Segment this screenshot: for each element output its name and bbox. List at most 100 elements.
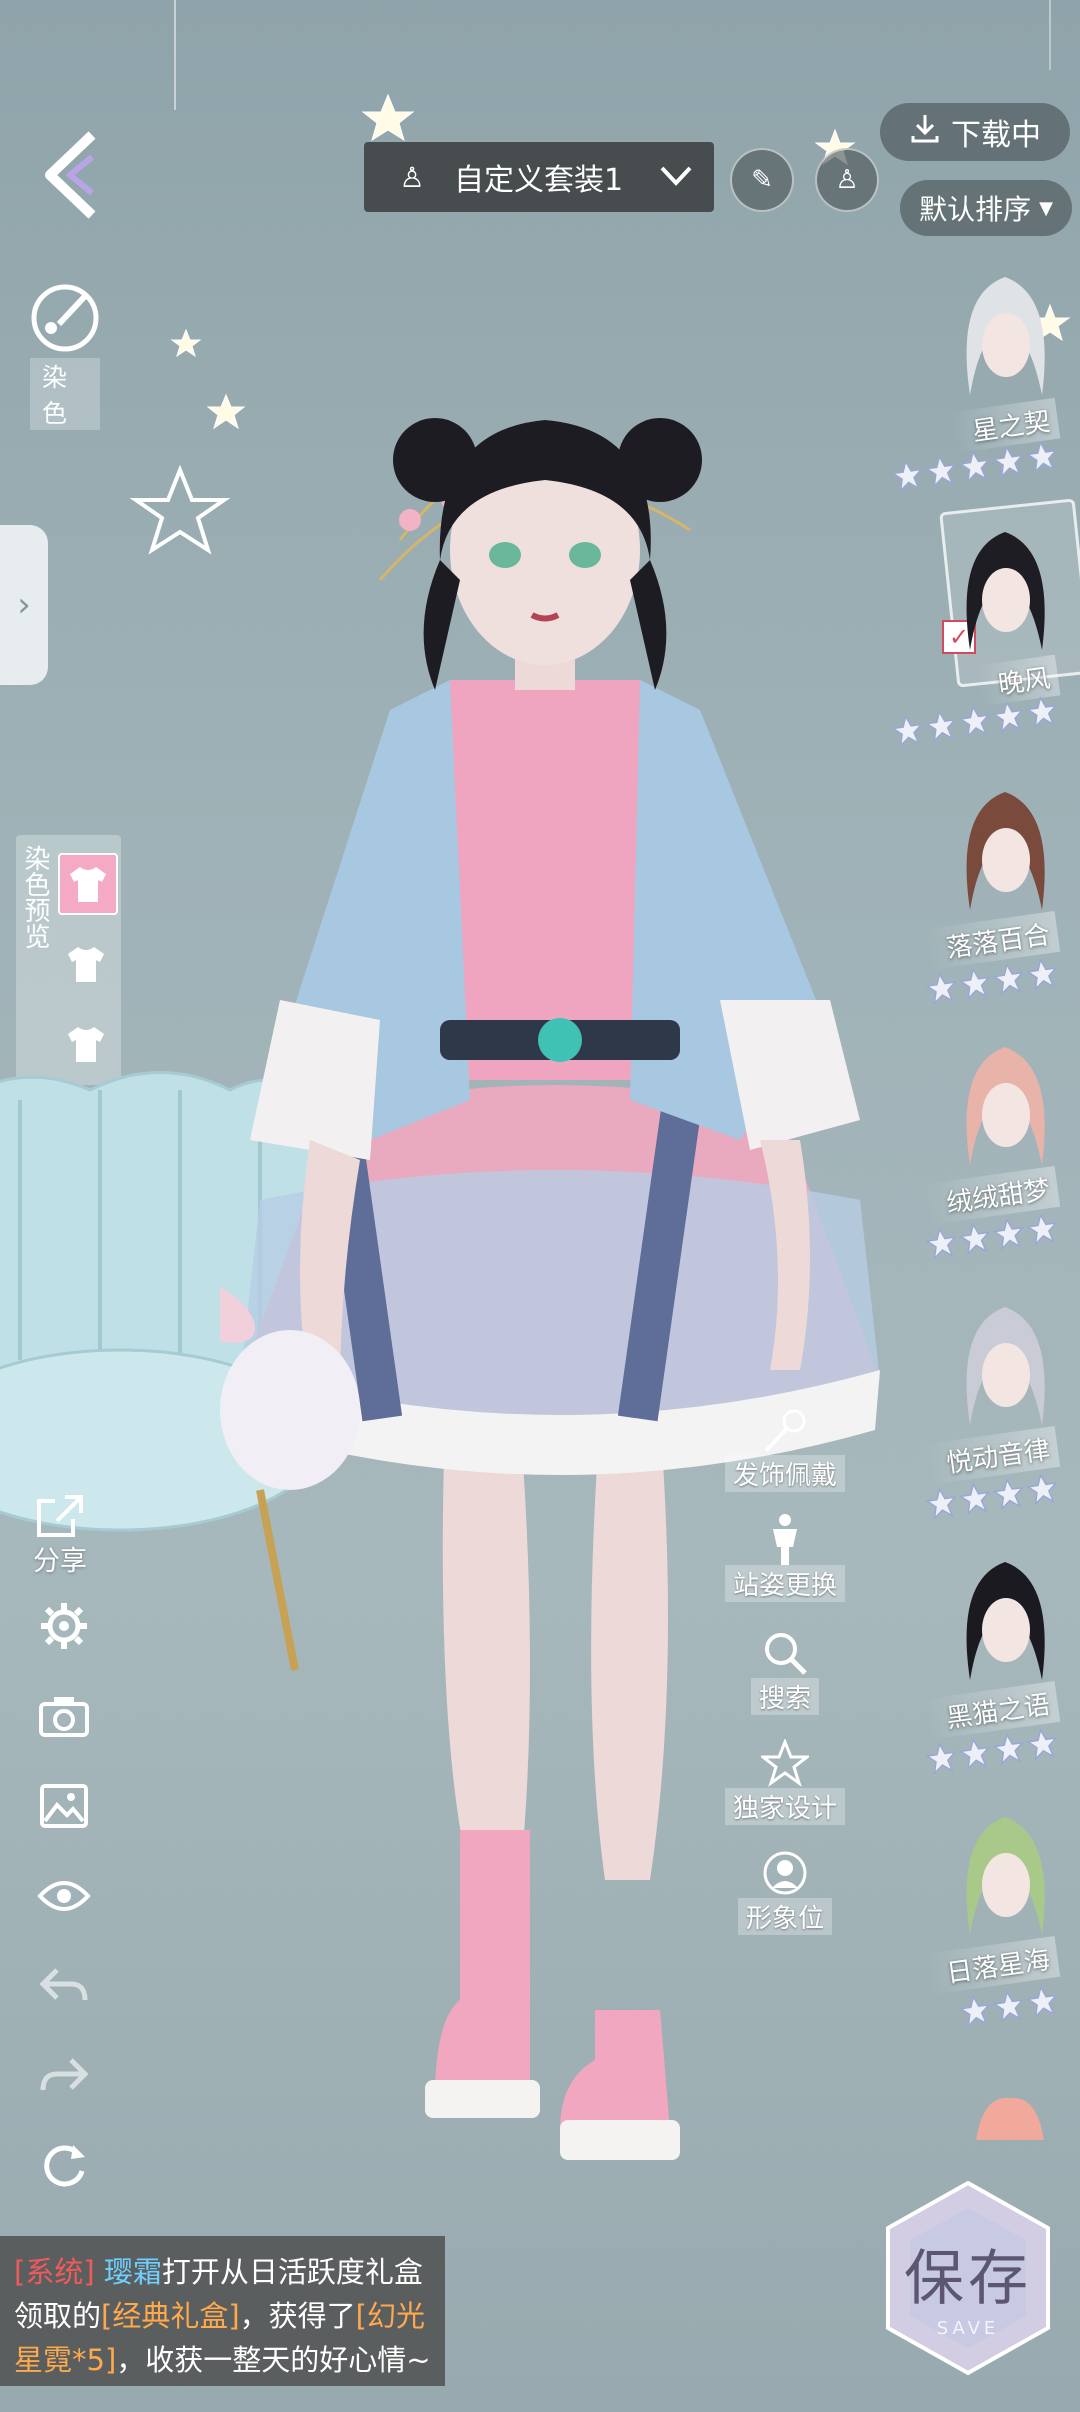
- rating-star-icon: [1026, 958, 1058, 991]
- rating-star-icon: [924, 454, 957, 488]
- rating-star-icon: [924, 1227, 957, 1261]
- shirt-icon: [68, 947, 104, 982]
- save-sub-label: SAVE: [936, 2318, 1000, 2339]
- sort-label: 默认排序: [919, 193, 1032, 226]
- dye-preview-label: 染色预览: [20, 845, 50, 949]
- exclusive-design-button[interactable]: 独家设计: [725, 1738, 845, 1825]
- brush-icon: ✎: [751, 165, 773, 195]
- shirt-icon: [70, 867, 106, 902]
- rating-star-icon: [992, 700, 1024, 734]
- search-button[interactable]: 搜索: [725, 1628, 845, 1715]
- save-label: 保存: [904, 2244, 1032, 2314]
- side-drawer-tab[interactable]: ›: [0, 525, 48, 685]
- chevron-down-icon: [656, 160, 696, 195]
- rating-star-icon: [992, 1732, 1025, 1766]
- hair-thumbnail: [966, 277, 1045, 395]
- rating-star-icon: [924, 972, 957, 1006]
- rating-star-icon: [1026, 1985, 1058, 2019]
- save-button[interactable]: 保存 SAVE: [878, 2178, 1058, 2378]
- image-icon: [40, 1784, 88, 1828]
- portrait-icon: [760, 1848, 810, 1898]
- pose-change-button[interactable]: 站姿更换: [725, 1514, 845, 1602]
- caret-down-icon: ▼: [1039, 197, 1053, 219]
- sort-dropdown[interactable]: 默认排序 ▼: [900, 180, 1072, 236]
- hair-list-item[interactable]: 悦动音律: [920, 1295, 1080, 1550]
- eye-icon: [37, 1881, 91, 1911]
- rating-star-icon: [992, 1217, 1025, 1251]
- outfit-selector[interactable]: ♙ 自定义套装1: [364, 142, 714, 212]
- hair-accessory-icon: [760, 1405, 810, 1455]
- hair-accessory-button[interactable]: 发饰佩戴: [725, 1405, 845, 1492]
- back-button[interactable]: [34, 125, 114, 225]
- star-outline-icon: [760, 1738, 810, 1788]
- shirt-icon: [68, 1027, 104, 1062]
- dress-outline-icon: ♙: [835, 165, 859, 195]
- star-rating: [958, 1984, 1059, 2028]
- rating-star-icon: [924, 1742, 957, 1776]
- hair-thumbnail: [966, 1307, 1045, 1425]
- download-label: 下载中: [951, 118, 1041, 153]
- rating-star-icon: [1026, 1213, 1058, 1246]
- portrait-slot-button[interactable]: 形象位: [725, 1848, 845, 1935]
- hair-list-item[interactable]: 星之契: [891, 265, 1080, 520]
- rating-star-icon: [992, 1477, 1025, 1511]
- undo-button[interactable]: [36, 1958, 92, 2014]
- hair-list-item[interactable]: 落落百合: [920, 780, 1080, 1035]
- dress-icon: ♙: [399, 160, 425, 194]
- dye-button[interactable]: 染色: [30, 282, 100, 430]
- outfit-button[interactable]: ♙: [815, 148, 879, 212]
- camera-button[interactable]: [36, 1688, 92, 1744]
- redo-icon: [40, 2058, 89, 2091]
- download-button[interactable]: 下载中: [880, 103, 1070, 161]
- mid-menu-label: 站姿更换: [725, 1565, 845, 1602]
- character-model: [220, 418, 880, 2160]
- rating-star-icon: [992, 445, 1024, 479]
- rating-star-icon: [958, 967, 991, 1001]
- share-icon: [37, 1495, 83, 1537]
- redo-button[interactable]: [36, 2048, 92, 2104]
- refresh-icon: [44, 2145, 85, 2187]
- player-name[interactable]: 璎霜: [104, 2255, 162, 2289]
- share-button[interactable]: 分享: [25, 1493, 95, 1578]
- gallery-button[interactable]: [36, 1778, 92, 1834]
- rating-star-icon: [891, 714, 923, 748]
- pose-icon: [760, 1514, 810, 1565]
- hair-list-item[interactable]: 黑猫之语: [920, 1550, 1080, 1805]
- rating-star-icon: [992, 962, 1025, 996]
- rating-star-icon: [924, 709, 957, 743]
- hair-list-item[interactable]: 日落星海: [920, 1805, 1080, 2060]
- mid-menu-label: 搜索: [750, 1678, 819, 1715]
- search-icon: [760, 1628, 810, 1678]
- settings-button[interactable]: [36, 1598, 92, 1654]
- rating-star-icon: [958, 705, 991, 738]
- message-text: 打开从日活跃度礼盒: [161, 2255, 423, 2289]
- message-text: ，收获一整天的好心情~: [116, 2343, 431, 2377]
- rating-star-icon: [958, 1482, 991, 1516]
- system-message: [系统] 璎霜打开从日活跃度礼盒 领取的[经典礼盒]，获得了[幻光星霓*5]，收…: [0, 2236, 445, 2386]
- reset-button[interactable]: [36, 2138, 92, 2194]
- dye-slot-1[interactable]: [58, 853, 118, 915]
- rating-star-icon: [1025, 695, 1058, 729]
- rating-star-icon: [891, 459, 923, 493]
- hair-list-item[interactable]: ✓ 晚风: [891, 498, 1080, 775]
- hair-thumbnail-partial: [970, 2090, 1050, 2140]
- mid-menu-label: 独家设计: [725, 1788, 845, 1825]
- rating-star-icon: [1026, 1728, 1058, 1761]
- back-arrow-icon: [45, 131, 96, 219]
- rating-star-icon: [958, 1994, 991, 2028]
- message-text: ，获得了: [239, 2299, 356, 2333]
- download-icon: [909, 112, 941, 152]
- rating-star-icon: [1025, 440, 1058, 474]
- item-name[interactable]: [经典礼盒]: [101, 2299, 240, 2333]
- rating-star-icon: [958, 450, 991, 483]
- camera-icon: [39, 1697, 89, 1737]
- hair-list-item[interactable]: 绒绒甜梦: [920, 1035, 1080, 1290]
- rating-star-icon: [924, 1487, 957, 1521]
- hide-ui-button[interactable]: [36, 1868, 92, 1924]
- palette-icon: [31, 284, 99, 352]
- dye-slot-2[interactable]: [58, 935, 114, 993]
- rating-star-icon: [958, 1222, 991, 1256]
- rating-star-icon: [958, 1737, 991, 1771]
- hair-thumbnail: [966, 532, 1045, 650]
- brush-button[interactable]: ✎: [730, 148, 794, 212]
